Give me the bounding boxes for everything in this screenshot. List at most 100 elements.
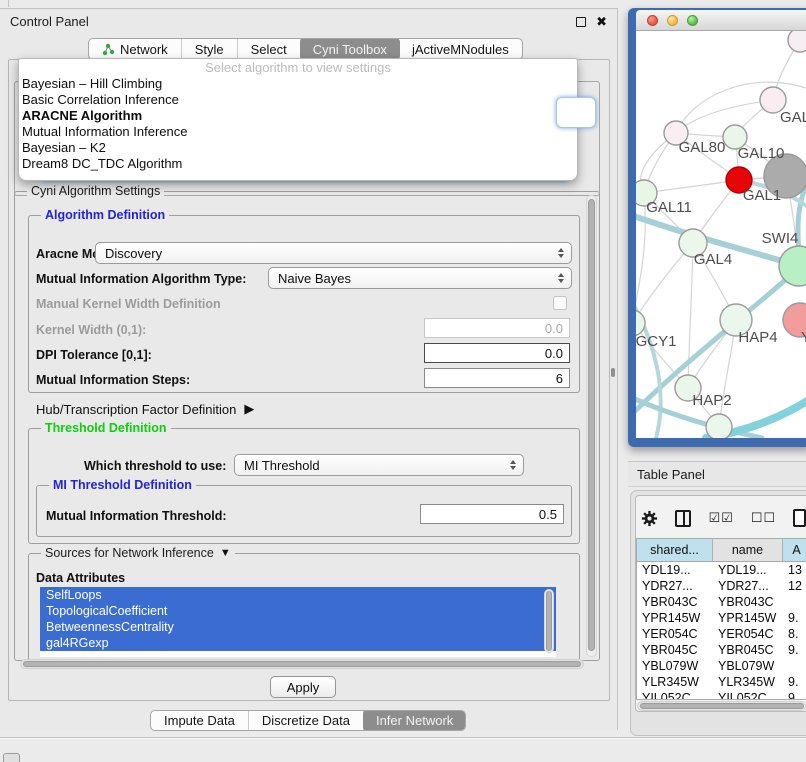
table-row[interactable]: YLR345WYLR345W9. <box>637 674 806 690</box>
table-header-row: shared... name A <box>637 539 806 562</box>
algorithm-dropdown-placeholder: Select algorithm to view settings <box>19 59 577 76</box>
attributes-scrollbar-track[interactable] <box>544 589 554 653</box>
table-row[interactable]: YPR145WYPR145W9. <box>637 610 806 626</box>
column-header-cut[interactable]: A <box>783 539 806 561</box>
column-header-name[interactable]: name <box>713 539 783 561</box>
tab-impute-data[interactable]: Impute Data <box>151 711 249 730</box>
network-view-canvas[interactable]: GALGAL80GAL10GAL1GAL11SWI4GAL4GCY1HAP4YH… <box>636 31 806 438</box>
mi-steps-field[interactable]: 6 <box>424 368 570 388</box>
network-window-titlebar[interactable] <box>636 10 806 31</box>
apply-button[interactable]: Apply <box>270 676 336 698</box>
mi-algorithm-type-label: Mutual Information Algorithm Type: <box>36 272 246 286</box>
table-row[interactable]: YDR27...YDR27...12 <box>637 578 806 594</box>
algorithm-option-bayesian-hill-climbing[interactable]: Bayesian – Hill Climbing <box>19 76 577 92</box>
network-node-label: GAL4 <box>694 251 732 268</box>
data-attributes-label: Data Attributes <box>36 571 125 585</box>
kernel-width-label: Kernel Width (0,1): <box>36 323 146 337</box>
data-attributes-list[interactable]: SelfLoops TopologicalCoefficient Between… <box>40 587 556 657</box>
zoom-traffic-light-icon[interactable] <box>687 15 698 26</box>
network-node-label: SWI4 <box>762 230 799 247</box>
tab-jactivemnodules[interactable]: jActiveMNodules <box>399 39 522 59</box>
table-body: YDL19...YDL19...13 YDR27...YDR27...12 YB… <box>637 562 806 700</box>
combo-arrows-icon <box>510 460 516 470</box>
hub-transcription-factor-expander[interactable]: Hub/Transcription Factor Definition ▶ <box>36 401 254 417</box>
attribute-item-betweennesscentrality[interactable]: BetweennessCentrality <box>40 619 556 635</box>
table-row[interactable]: YER054CYER054C8. <box>637 626 806 642</box>
cutoff-corner-button[interactable] <box>3 753 20 762</box>
network-node-label: GAL1 <box>743 187 781 204</box>
control-panel-tabbar: Network Style Select Cyni Toolbox jActiv… <box>88 38 523 60</box>
threshold-definition-title: Threshold Definition <box>41 421 171 435</box>
table-toolbar: ☑☑ ☐☐ <box>641 505 806 531</box>
algorithm-combo-fragment[interactable] <box>556 97 596 128</box>
float-window-icon[interactable] <box>576 17 586 27</box>
attributes-scrollbar-thumb[interactable] <box>546 591 552 651</box>
dpi-tolerance-label: DPI Tolerance [0,1]: <box>36 348 152 362</box>
table-row[interactable]: YBR045CYBR045C9. <box>637 642 806 658</box>
column-header-shared-name[interactable]: shared... <box>637 539 713 561</box>
deselect-all-columns-icon[interactable]: ☐☐ <box>751 510 776 526</box>
cyni-bottom-tabbar: Impute Data Discretize Data Infer Networ… <box>150 710 466 731</box>
dpi-tolerance-field[interactable]: 0.0 <box>424 343 570 363</box>
attribute-item-selfloops[interactable]: SelfLoops <box>40 587 556 603</box>
window-edge-artifact <box>8 0 9 7</box>
network-node-label: HAP2 <box>692 392 731 409</box>
select-all-columns-icon[interactable]: ☑☑ <box>708 510 733 526</box>
aracne-mode-combo[interactable]: Discovery <box>95 242 572 264</box>
tab-infer-network[interactable]: Infer Network <box>363 710 466 731</box>
tab-style[interactable]: Style <box>182 39 238 59</box>
network-node-label: GCY1 <box>636 333 676 350</box>
network-node-label: HAP4 <box>738 329 777 346</box>
algorithm-option-basic-correlation[interactable]: Basic Correlation Inference <box>19 92 577 108</box>
algorithm-option-aracne[interactable]: ARACNE Algorithm <box>19 108 577 124</box>
sources-title: Sources for Network Inference <box>45 546 214 560</box>
manual-kernel-width-checkbox[interactable] <box>553 296 567 310</box>
which-threshold-combo[interactable]: MI Threshold <box>234 454 524 476</box>
mi-steps-label: Mutual Information Steps: <box>36 373 190 387</box>
expander-arrow-icon: ▶ <box>244 401 254 417</box>
close-window-icon[interactable]: ✖ <box>596 17 607 27</box>
kernel-width-field[interactable]: 0.0 <box>424 318 570 338</box>
gear-icon[interactable] <box>641 509 658 528</box>
mi-algorithm-type-combo[interactable]: Naive Bayes <box>268 267 572 289</box>
table-hscrollbar-thumb[interactable] <box>640 703 804 709</box>
manual-kernel-width-label: Manual Kernel Width Definition <box>36 297 221 311</box>
collapse-arrow-icon[interactable]: ▼ <box>220 547 231 559</box>
table-row[interactable]: YDL19...YDL19...13 <box>637 562 806 578</box>
network-node[interactable] <box>788 31 806 52</box>
columns-icon[interactable] <box>675 510 692 527</box>
algorithm-option-bayesian-k2[interactable]: Bayesian – K2 <box>19 140 577 156</box>
network-node[interactable] <box>706 414 732 438</box>
algorithm-option-dream8[interactable]: Dream8 DC_TDC Algorithm <box>19 156 577 172</box>
settings-scrollbar-track[interactable] <box>586 195 597 657</box>
close-traffic-light-icon[interactable] <box>647 15 658 26</box>
minimize-traffic-light-icon[interactable] <box>667 15 678 26</box>
table-row[interactable]: YIL052CYIL052C9. <box>637 690 806 700</box>
settings-hscrollbar-track[interactable] <box>20 659 584 669</box>
table-hscrollbar-track[interactable] <box>637 701 806 711</box>
table-row[interactable]: YBL079WYBL079W <box>637 658 806 674</box>
tab-network[interactable]: Network <box>89 39 182 59</box>
table-row[interactable]: YBR043CYBR043C <box>637 594 806 610</box>
settings-scrollbar-thumb[interactable] <box>588 199 595 651</box>
cyni-algorithm-settings-title: Cyni Algorithm Settings <box>27 184 164 198</box>
network-node-label: GAL <box>780 109 806 126</box>
document-icon[interactable] <box>793 509 806 527</box>
screen-root: Control Panel ✖ Network Style Select Cyn… <box>0 0 806 762</box>
network-node-label: GAL11 <box>646 199 692 216</box>
control-panel-titlebar: Control Panel ✖ <box>0 9 617 34</box>
algorithm-option-mutual-information[interactable]: Mutual Information Inference <box>19 124 577 140</box>
network-node-label: GAL80 <box>679 139 726 156</box>
mi-threshold-field[interactable]: 0.5 <box>420 504 564 524</box>
attribute-item-topologicalcoefficient[interactable]: TopologicalCoefficient <box>40 603 556 619</box>
tab-discretize-data[interactable]: Discretize Data <box>249 711 364 730</box>
network-canvas-svg: GALGAL80GAL10GAL1GAL11SWI4GAL4GCY1HAP4YH… <box>636 31 806 438</box>
settings-hscrollbar-thumb[interactable] <box>23 661 581 667</box>
table-panel-header: Table Panel <box>628 461 806 487</box>
which-threshold-label: Which threshold to use: <box>84 459 226 473</box>
tab-cyni-toolbox[interactable]: Cyni Toolbox <box>300 38 400 60</box>
tab-select[interactable]: Select <box>238 39 301 59</box>
attribute-item-gal4rgexp[interactable]: gal4RGexp <box>40 635 556 651</box>
network-tab-icon <box>102 43 115 56</box>
splitpane-drag-handle[interactable] <box>611 368 615 377</box>
